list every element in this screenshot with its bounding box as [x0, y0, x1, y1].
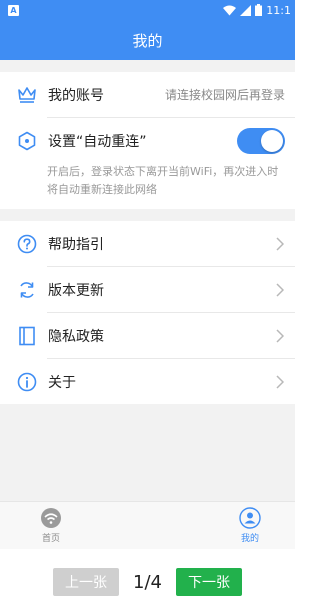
menu-card: 帮助指引 版本更新 隐私政策 关于 [0, 221, 295, 404]
phone-screen: A 11:1 我的 我的账号 请连接校园网后再登录 设置“自动重连” 开启后，登… [0, 0, 295, 549]
status-bar: A 11:1 [0, 0, 295, 20]
menu-item-label: 隐私政策 [48, 328, 104, 345]
bottom-tab-bar: 首页 我的 [0, 501, 295, 549]
help-circle-icon [16, 233, 38, 255]
page-indicator: 1/4 [133, 571, 162, 593]
menu-item-version-update[interactable]: 版本更新 [0, 267, 295, 312]
auto-reconnect-description: 开启后，登录状态下离开当前WiFi，再次进入时将自动重新连接此网络 [47, 165, 279, 196]
user-icon [239, 507, 261, 529]
battery-icon [255, 4, 263, 16]
crown-icon [16, 84, 38, 106]
app-bar: 我的 [0, 20, 295, 60]
auto-reconnect-row: 设置“自动重连” [0, 118, 295, 163]
toggle-knob [261, 129, 283, 152]
wifi-signal-icon [223, 5, 237, 15]
tab-home[interactable]: 首页 [40, 507, 62, 544]
auto-reconnect-label: 设置“自动重连” [48, 133, 147, 150]
menu-item-label: 关于 [48, 374, 76, 391]
tab-mine-label: 我的 [240, 534, 259, 544]
menu-item-privacy-policy[interactable]: 隐私政策 [0, 313, 295, 358]
page-title: 我的 [132, 31, 163, 50]
account-login-hint: 请连接校园网后再登录 [164, 88, 285, 102]
my-account-label: 我的账号 [48, 87, 104, 104]
slide-pager: 上一张 1/4 下一张 [0, 567, 295, 597]
tab-home-label: 首页 [41, 534, 60, 544]
hexagon-settings-icon [16, 130, 38, 152]
account-settings-card: 我的账号 请连接校园网后再登录 设置“自动重连” 开启后，登录状态下离开当前Wi… [0, 72, 295, 209]
book-icon [16, 325, 38, 347]
chevron-right-icon [275, 236, 285, 251]
cell-signal-icon [240, 4, 252, 16]
next-button[interactable]: 下一张 [175, 568, 242, 596]
menu-item-label: 版本更新 [48, 282, 104, 299]
chevron-right-icon [275, 328, 285, 343]
auto-reconnect-toggle[interactable] [237, 127, 285, 154]
clock-time: 11:1 [266, 3, 291, 17]
my-account-row[interactable]: 我的账号 请连接校园网后再登录 [0, 72, 295, 117]
info-icon [16, 371, 38, 393]
refresh-icon [16, 279, 38, 301]
chevron-right-icon [275, 374, 285, 389]
wifi-icon [41, 508, 61, 528]
menu-item-help[interactable]: 帮助指引 [0, 221, 295, 266]
tab-mine[interactable]: 我的 [239, 507, 261, 544]
menu-item-label: 帮助指引 [48, 236, 104, 253]
chevron-right-icon [275, 282, 285, 297]
previous-button[interactable]: 上一张 [53, 568, 120, 596]
menu-item-about[interactable]: 关于 [0, 359, 295, 404]
notification-app-icon: A [8, 4, 19, 16]
